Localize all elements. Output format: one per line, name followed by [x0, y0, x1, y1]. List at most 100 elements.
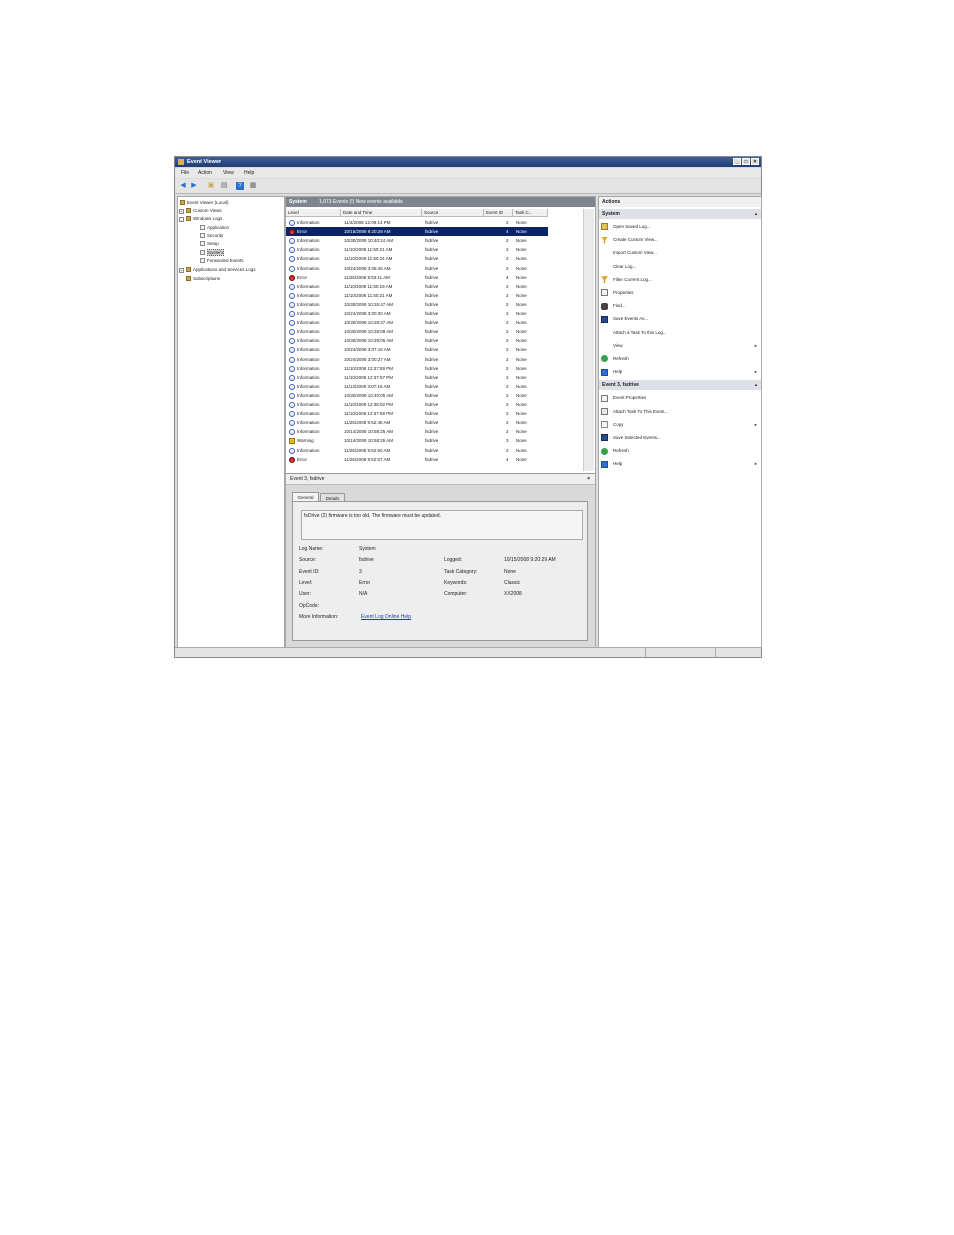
table-row[interactable]: i Information 10/30/2008 10:29:05 AM fsdriv…	[286, 336, 548, 345]
table-row[interactable]: i Information 10/24/2008 3:08:45 AM fsdrive…	[286, 264, 548, 273]
table-row[interactable]: i Information 10/30/2008 10:28:27 AM fsdriv…	[286, 318, 548, 327]
tree-item-label: Windows Logs	[193, 216, 223, 221]
tree-expander-icon[interactable]: -	[179, 216, 184, 222]
system-actions-header[interactable]: System ▲	[599, 209, 761, 219]
action-import-custom-view[interactable]: Import Custom View...	[601, 247, 759, 259]
table-row[interactable]: i Information 11/10/2008 11:50:24 AM fsdriv…	[286, 254, 548, 263]
action-open-saved-log[interactable]: Open Saved Log...	[601, 221, 759, 233]
action-help[interactable]: Help ▸	[601, 366, 759, 378]
tree-item-application[interactable]: Application	[200, 224, 229, 232]
maximize-button[interactable]: □	[742, 158, 750, 165]
tree-item-applications-and-services-logs[interactable]: Applications and Services Logs	[186, 266, 256, 274]
action-label: Help	[613, 369, 623, 375]
event-action-attach-task-to-this-event[interactable]: Attach Task To This Event...	[601, 406, 759, 418]
event-detail-pane: Event 3, fsdrive × General Details fsDri…	[286, 473, 595, 648]
cell-id: 2	[506, 247, 509, 253]
table-row[interactable]: i Information 10/30/2008 10:26:47 AM fsdriv…	[286, 300, 548, 309]
minimize-button[interactable]: _	[733, 158, 741, 165]
tree-item-subscriptions[interactable]: Subscriptions	[186, 275, 220, 283]
action-clear-log[interactable]: Clear Log...	[601, 261, 759, 273]
event-actions-header[interactable]: Event 3, fsdrive ▲	[599, 380, 761, 391]
action-filter-current-log[interactable]: Filter Current Log...	[601, 274, 759, 286]
properties-icon[interactable]: ▦	[249, 182, 257, 190]
column-date-time[interactable]: Date and Time	[341, 209, 422, 217]
blank-icon	[601, 263, 608, 270]
table-row[interactable]: ! Error 11/26/2008 9:52:57 AM fsdrive 4 None	[286, 455, 548, 464]
cell-id: 2	[506, 220, 509, 225]
collapse-icon[interactable]: ▲	[754, 209, 758, 219]
help-icon[interactable]: ?	[236, 182, 244, 190]
table-row[interactable]: i Information 11/10/2008 11:50:21 AM fsdriv…	[286, 291, 548, 300]
event-action-help[interactable]: Help ▸	[601, 458, 759, 470]
event-action-copy[interactable]: Copy ▸	[601, 419, 759, 431]
table-row[interactable]: ! Error 11/26/2008 9:53:11 AM fsdrive 4 None	[286, 273, 548, 282]
table-row[interactable]: i Information 10/24/2008 3:00:27 AM fsdrive…	[286, 355, 548, 364]
table-row[interactable]: i Information 11/10/2008 11:50:19 AM fsdriv…	[286, 282, 548, 291]
event-log-online-help-link[interactable]: Event Log Online Help	[361, 614, 411, 620]
tree-item-event-viewer-local-[interactable]: Event Viewer (Local)	[180, 199, 228, 207]
close-button[interactable]: ×	[751, 158, 759, 165]
table-row[interactable]: i Information 11/26/2008 9:52:48 AM fsdrive…	[286, 418, 548, 427]
action-refresh[interactable]: Refresh	[601, 353, 759, 365]
cell-date: 10/24/2008 3:08:45 AM	[344, 265, 391, 271]
event-action-refresh[interactable]: Refresh	[601, 445, 759, 457]
action-properties[interactable]: Properties	[601, 287, 759, 299]
forward-icon[interactable]: ▶	[190, 182, 198, 190]
tree-item-label: Forwarded Events	[207, 258, 244, 263]
tree-item-forwarded-events[interactable]: Forwarded Events	[200, 257, 244, 265]
menu-help[interactable]: Help	[244, 170, 254, 176]
menu-view[interactable]: View	[223, 170, 234, 176]
table-row[interactable]: i Information 10/24/2008 3:00:30 AM fsdrive…	[286, 309, 548, 318]
up-folder-icon[interactable]: ▣	[207, 182, 215, 190]
action-save-events-as[interactable]: Save Events As...	[601, 313, 759, 325]
cell-date: 10/24/2008 3:07:16 AM	[344, 347, 391, 353]
table-row[interactable]: i Information 10/30/2008 10:40:05 AM fsdriv…	[286, 391, 548, 400]
action-find[interactable]: Find...	[601, 300, 759, 312]
status-segment	[715, 648, 716, 657]
table-row[interactable]: i Information 10/30/2008 10:28:08 AM fsdriv…	[286, 327, 548, 336]
tree-item-setup[interactable]: Setup	[200, 240, 219, 248]
event-action-save-selected-events[interactable]: Save Selected Events...	[601, 432, 759, 444]
table-row[interactable]: i Information 11/10/2008 12:38:02 PM fsdriv…	[286, 400, 548, 409]
table-row[interactable]: i Information 10/14/2008 10:58:25 AM fsdriv…	[286, 427, 548, 436]
table-row[interactable]: i Information 11/10/2008 11:50:21 AM fsdriv…	[286, 245, 548, 254]
column-event-id[interactable]: Event ID	[484, 209, 513, 217]
collapse-icon[interactable]: ▲	[754, 380, 758, 390]
menu-file[interactable]: File	[181, 170, 189, 176]
table-row[interactable]: i Information 11/4/2008 12:09:14 PM fsdrive…	[286, 218, 548, 227]
tree-item-custom-views[interactable]: Custom Views	[186, 207, 222, 215]
table-row[interactable]: ! Warning 10/14/2008 10:58:25 AM fsdrive 3 No…	[286, 436, 548, 445]
table-row[interactable]: ! Error 10/15/2008 9:20:29 AM fsdrive 4 None	[286, 227, 548, 237]
cell-id: 2	[506, 265, 509, 271]
action-create-custom-view[interactable]: Create Custom View...	[601, 234, 759, 246]
table-row[interactable]: i Information 10/24/2008 3:07:16 AM fsdrive…	[286, 345, 548, 354]
tree-item-system[interactable]: System	[200, 249, 225, 257]
table-row[interactable]: i Information 11/10/2008 12:37:59 PM fsdriv…	[286, 409, 548, 418]
tree-item-windows-logs[interactable]: Windows Logs	[186, 215, 222, 223]
cell-level: Information	[297, 365, 320, 371]
table-row[interactable]: i Information 11/10/2008 12:37:57 PM fsdriv…	[286, 373, 548, 382]
show-hide-tree-icon[interactable]: ▤	[220, 182, 228, 190]
table-row[interactable]: i Information 11/26/2008 9:52:50 AM fsdrive…	[286, 446, 548, 455]
table-row[interactable]: i Information 11/10/2008 12:37:59 PM fsdriv…	[286, 364, 548, 373]
action-attach-a-task-to-this-log[interactable]: Attach a Task To this Log...	[601, 327, 759, 339]
tab-general[interactable]: General	[292, 492, 319, 501]
table-row[interactable]: i Information 10/30/2008 10:40:24 AM fsdriv…	[286, 236, 548, 245]
action-view[interactable]: View ▸	[601, 340, 759, 352]
column-task-category[interactable]: Task C...	[513, 209, 548, 217]
column-level[interactable]: Level	[286, 209, 341, 217]
tree-expander-icon[interactable]: +	[179, 267, 184, 273]
event-viewer-window: Event Viewer _ □ × File Action View Help…	[174, 156, 762, 658]
table-row[interactable]: i Information 11/13/2008 3:07:15 AM fsdrive…	[286, 382, 548, 391]
menu-action[interactable]: Action	[198, 170, 212, 176]
events-scrollbar[interactable]	[583, 209, 594, 471]
cell-level: Error	[297, 229, 307, 235]
title-bar[interactable]: Event Viewer _ □ ×	[175, 157, 761, 167]
column-source[interactable]: Source	[422, 209, 484, 217]
tree-item-security[interactable]: Security	[200, 232, 223, 240]
close-icon[interactable]: ×	[587, 474, 590, 484]
back-icon[interactable]: ◀	[179, 182, 187, 190]
tree-expander-icon[interactable]: +	[179, 208, 184, 214]
information-icon: i	[289, 320, 295, 327]
event-action-event-properties[interactable]: Event Properties	[601, 392, 759, 404]
